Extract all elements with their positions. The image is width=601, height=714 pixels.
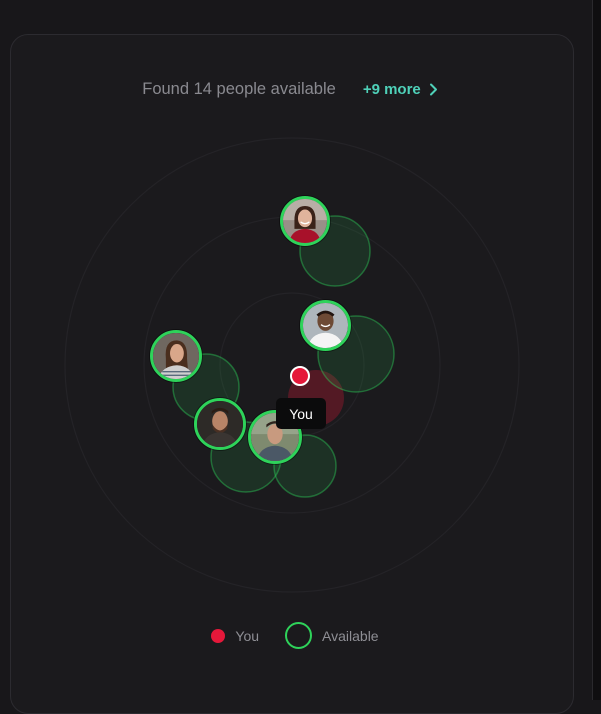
avatar-photo (303, 303, 348, 348)
avatar-photo (283, 199, 327, 243)
legend-available-label: Available (322, 627, 379, 644)
radar-map (64, 137, 520, 593)
legend-you-label: You (235, 627, 260, 644)
you-location-marker[interactable] (290, 366, 310, 386)
map-legend: You Available (0, 622, 590, 649)
legend-item-available: Available (285, 622, 379, 649)
avatar-photo (153, 333, 199, 379)
you-dot-icon (211, 628, 226, 643)
person-avatar-4[interactable] (194, 398, 246, 450)
you-tooltip: You (276, 398, 326, 429)
available-ring-icon (285, 622, 313, 649)
avatar-photo (197, 401, 243, 447)
legend-item-you: You (211, 628, 259, 644)
person-avatar-2[interactable] (300, 300, 351, 351)
person-avatar-3[interactable] (150, 330, 202, 382)
person-avatar-1[interactable] (280, 196, 330, 246)
